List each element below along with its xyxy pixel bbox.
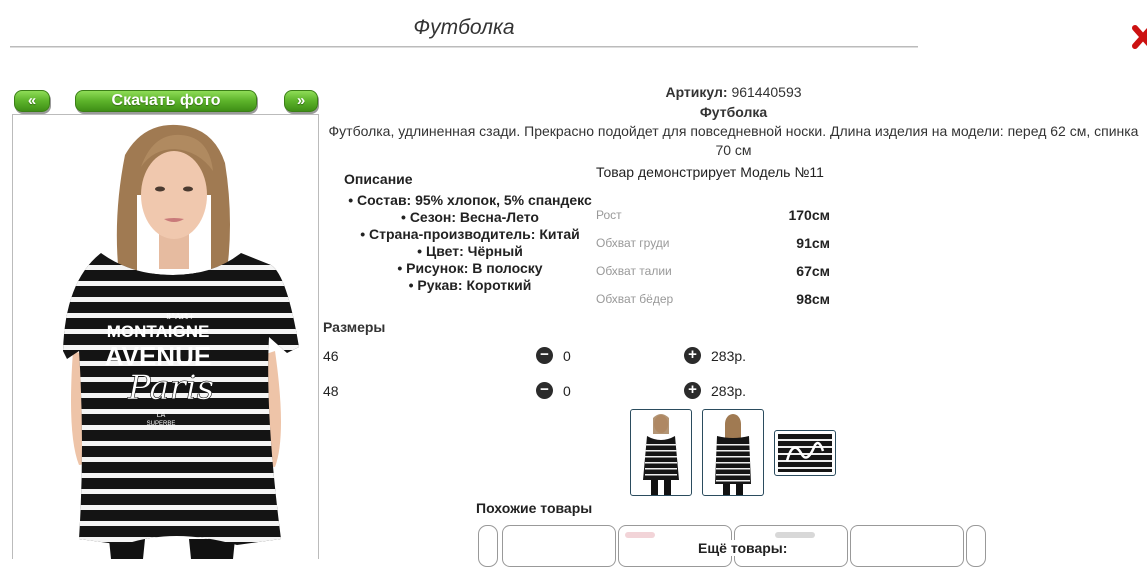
plus-icon[interactable]: + [684, 347, 701, 364]
details-item: • Рисунок: В полоску [397, 260, 543, 276]
similar-products-title: Похожие товары [476, 500, 593, 516]
print-text-3: AVENUE [105, 341, 211, 371]
measurement-label: Рост [596, 208, 622, 222]
measurement-label: Обхват талии [596, 264, 672, 278]
article-value: 961440593 [731, 84, 802, 100]
details-item: • Страна-производитель: Китай [360, 226, 580, 242]
page-title: Футболка [413, 16, 515, 39]
carousel-next-button[interactable] [966, 525, 986, 567]
similar-product-card[interactable] [850, 525, 964, 567]
measurement-value: 67см [796, 263, 830, 279]
more-products-title: Ещё товары: [696, 540, 790, 556]
photo-thumbnail[interactable] [702, 409, 764, 496]
print-text-1: 8°Art+ [166, 312, 195, 321]
size-label: 48 [323, 383, 339, 399]
print-text-5: LA [157, 412, 166, 419]
next-photo-button[interactable]: » [284, 90, 318, 112]
title-divider [10, 46, 918, 48]
minus-icon[interactable]: − [536, 382, 553, 399]
photo-thumbnail[interactable] [630, 409, 692, 496]
details-item: • Рукав: Короткий [408, 277, 532, 293]
measurement-label: Обхват бёдер [596, 292, 674, 306]
measurement-label: Обхват груди [596, 236, 670, 250]
article-line: Артикул: 961440593 [320, 84, 1147, 100]
details-item: • Сезон: Весна-Лето [401, 209, 539, 225]
product-photo[interactable]: 8°Art+ MONTAIGNE AVENUE Paris LA SUPERBE [12, 114, 319, 559]
article-label: Артикул: [665, 84, 728, 100]
model-info: Товар демонстрирует Модель №11 [596, 164, 824, 180]
size-price: 283р. [711, 383, 747, 399]
print-text-2: MONTAIGNE [107, 322, 210, 341]
photo-thumbnail[interactable] [774, 430, 836, 476]
measurement-value: 91см [796, 235, 830, 251]
quantity-value: 0 [563, 383, 571, 399]
details-title: Описание [344, 171, 413, 187]
size-price: 283р. [711, 348, 747, 364]
minus-icon[interactable]: − [536, 347, 553, 364]
print-text-6: SUPERBE [147, 421, 176, 427]
size-label: 46 [323, 348, 339, 364]
carousel-prev-button[interactable] [478, 525, 498, 567]
download-photo-button[interactable]: Скачать фото [75, 90, 257, 112]
details-item: • Цвет: Чёрный [417, 243, 523, 259]
details-item: • Состав: 95% хлопок, 5% спандекс [348, 192, 592, 208]
print-text-4: Paris [127, 368, 214, 408]
measurement-value: 170см [788, 207, 830, 223]
sizes-title: Размеры [323, 319, 386, 335]
plus-icon[interactable]: + [684, 382, 701, 399]
similar-product-card[interactable] [502, 525, 616, 567]
close-icon[interactable] [1132, 22, 1147, 52]
quantity-value: 0 [563, 348, 571, 364]
details-list: • Состав: 95% хлопок, 5% спандекс • Сезо… [322, 192, 618, 294]
product-description: Футболка, удлиненная сзади. Прекрасно по… [328, 123, 1139, 158]
product-name: Футболка [699, 104, 768, 120]
measurement-value: 98см [796, 291, 830, 307]
prev-photo-button[interactable]: « [14, 90, 50, 112]
